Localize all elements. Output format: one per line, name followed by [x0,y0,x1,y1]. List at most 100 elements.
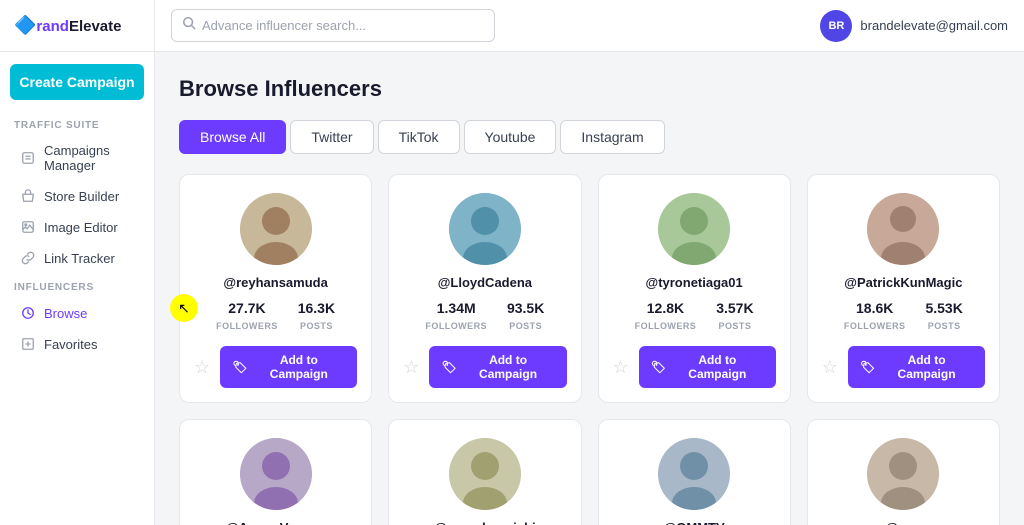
posts-stat: 93.5K POSTS [507,300,544,334]
followers-value: 18.6K [844,300,906,316]
posts-value: 16.3K [298,300,335,316]
add-to-campaign-button[interactable]: 🏷 Add to Campaign [639,346,776,388]
campaign-icon: 🏷 [441,360,456,374]
posts-value: 3.57K [716,300,753,316]
influencer-stats: 1.34M FOLLOWERS 93.5K POSTS [403,300,566,334]
list-item: @rror [807,419,1000,525]
posts-stat: 3.57K POSTS [716,300,753,334]
influencer-stats: 12.8K FOLLOWERS 3.57K POSTS [613,300,776,334]
avatar [867,438,939,510]
image-editor-label: Image Editor [44,220,118,235]
favorite-button[interactable]: ☆ [194,357,210,378]
followers-stat: 1.34M FOLLOWERS [425,300,487,334]
influencer-handle: @LloydCadena [438,275,532,290]
posts-stat: 16.3K POSTS [298,300,335,334]
search-input[interactable] [202,18,484,33]
avatar [658,193,730,265]
campaigns-manager-label: Campaigns Manager [44,143,134,173]
favorites-icon [20,336,36,352]
sidebar-item-store-builder[interactable]: Store Builder [6,181,148,211]
search-icon [182,16,196,35]
avatar [240,438,312,510]
image-icon [20,219,36,235]
traffic-suite-label: TRAFFIC SUITE [0,112,154,135]
add-to-campaign-button[interactable]: 🏷 Add to Campaign [220,346,357,388]
sidebar-item-campaigns-manager[interactable]: Campaigns Manager [6,136,148,180]
list-item: @tyronetiaga01 12.8K FOLLOWERS 3.57K POS… [598,174,791,403]
sidebar-item-image-editor[interactable]: Image Editor [6,212,148,242]
followers-label: FOLLOWERS [635,321,697,331]
influencer-grid: ↖ @reyhansamuda 27.7K FOLLOWERS 16.3K PO… [179,174,1000,525]
followers-value: 27.7K [216,300,278,316]
search-box[interactable] [171,9,495,42]
browse-label: Browse [44,306,87,321]
avatar [867,193,939,265]
influencer-handle: @tyronetiaga01 [646,275,743,290]
posts-value: 5.53K [925,300,962,316]
card-actions: ☆ 🏷 Add to Campaign [403,346,566,388]
followers-stat: 27.7K FOLLOWERS [216,300,278,334]
add-to-campaign-button[interactable]: 🏷 Add to Campaign [429,346,566,388]
list-item: @queerkunoichi [388,419,581,525]
influencer-handle: @queerkunoichi [434,520,536,525]
logo-area: 🔷randElevate [0,0,154,52]
posts-label: POSTS [928,321,961,331]
followers-stat: 12.8K FOLLOWERS [635,300,697,334]
favorite-button[interactable]: ☆ [613,357,629,378]
favorite-button[interactable]: ☆ [822,357,838,378]
followers-stat: 18.6K FOLLOWERS [844,300,906,334]
campaign-icon: 🏷 [232,360,247,374]
followers-label: FOLLOWERS [216,321,278,331]
influencer-handle: @reyhansamuda [223,275,327,290]
campaigns-icon [20,150,36,166]
influencer-handle: @rror [885,520,921,525]
user-email: brandelevate@gmail.com [860,18,1008,33]
followers-label: FOLLOWERS [844,321,906,331]
campaign-icon: 🏷 [860,360,875,374]
user-area: BR brandelevate@gmail.com [820,10,1008,42]
influencers-section: INFLUENCERS Browse Favorites [0,274,154,360]
page-title: Browse Influencers [179,76,1000,102]
link-tracker-label: Link Tracker [44,251,115,266]
followers-label: FOLLOWERS [425,321,487,331]
add-campaign-label: Add to Campaign [252,353,345,381]
tab-browse-all[interactable]: Browse All [179,120,286,154]
card-actions: ☆ 🏷 Add to Campaign [822,346,985,388]
avatar [658,438,730,510]
store-builder-label: Store Builder [44,189,119,204]
add-campaign-label: Add to Campaign [462,353,555,381]
sidebar: 🔷randElevate Create Campaign TRAFFIC SUI… [0,0,155,525]
posts-label: POSTS [300,321,333,331]
campaign-icon: 🏷 [651,360,666,374]
sidebar-item-browse[interactable]: Browse [6,298,148,328]
tab-twitter[interactable]: Twitter [290,120,373,154]
posts-label: POSTS [509,321,542,331]
favorite-button[interactable]: ☆ [403,357,419,378]
card-actions: ☆ 🏷 Add to Campaign [194,346,357,388]
add-campaign-label: Add to Campaign [880,353,973,381]
create-campaign-button[interactable]: Create Campaign [10,64,144,100]
tab-tiktok[interactable]: TikTok [378,120,460,154]
tab-instagram[interactable]: Instagram [560,120,664,154]
store-icon [20,188,36,204]
influencer-handle: @PatrickKunMagic [844,275,962,290]
posts-label: POSTS [719,321,752,331]
content-area: Browse Influencers Browse All Twitter Ti… [155,52,1024,525]
topbar: BR brandelevate@gmail.com [155,0,1024,52]
add-to-campaign-button[interactable]: 🏷 Add to Campaign [848,346,985,388]
posts-stat: 5.53K POSTS [925,300,962,334]
add-campaign-label: Add to Campaign [671,353,764,381]
followers-value: 1.34M [425,300,487,316]
avatar [449,438,521,510]
tab-youtube[interactable]: Youtube [464,120,557,154]
sidebar-item-favorites[interactable]: Favorites [6,329,148,359]
avatar [449,193,521,265]
card-actions: ☆ 🏷 Add to Campaign [613,346,776,388]
sidebar-item-link-tracker[interactable]: Link Tracker [6,243,148,273]
influencer-handle: @GMMTV [664,520,725,525]
influencers-label: INFLUENCERS [0,274,154,297]
followers-value: 12.8K [635,300,697,316]
avatar [240,193,312,265]
list-item: ↖ @reyhansamuda 27.7K FOLLOWERS 16.3K PO… [179,174,372,403]
main-content: BR brandelevate@gmail.com Browse Influen… [155,0,1024,525]
